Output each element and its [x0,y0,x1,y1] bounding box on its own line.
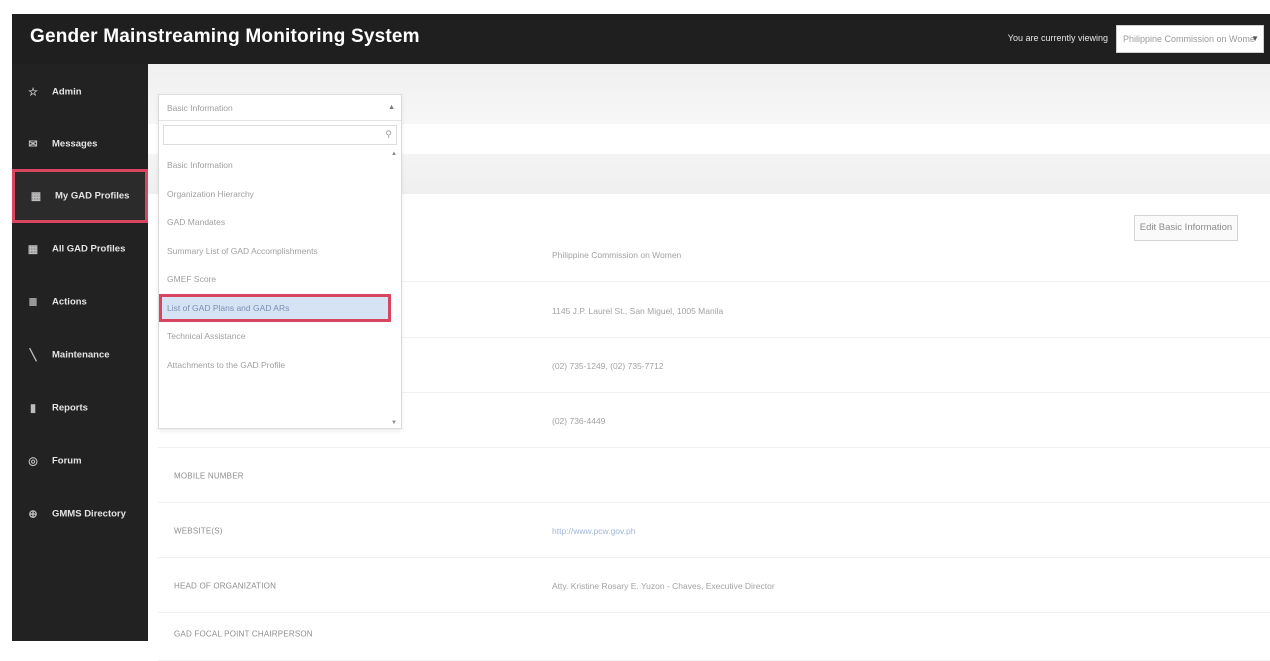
info-row: WEBSITE(S) http://www.pcw.gov.ph [148,504,1270,558]
sidebar-item-label: My GAD Profiles [55,190,130,202]
envelope-icon: ✉ [28,138,38,151]
info-row: MOBILE NUMBER [148,449,1270,503]
sidebar-item-my-gad-profiles[interactable]: ▦ My GAD Profiles [12,169,148,223]
dropdown-option[interactable]: GMEF Score [159,265,391,294]
dropdown-options: Basic Information Organization Hierarchy G… [159,151,391,379]
sidebar-item-reports[interactable]: ▮ Reports [12,381,148,435]
info-row-label: HEAD OF ORGANIZATION [174,581,277,591]
search-icon: ⚲ [385,129,392,139]
scroll-down-icon[interactable]: ▼ [391,420,397,426]
dropdown-selected-label: Basic Information [167,103,233,113]
info-row-value: Atty. Kristine Rosary E. Yuzon - Chaves,… [552,581,775,591]
info-row-value: (02) 735-1249, (02) 735-7712 [552,361,664,371]
sidebar-item-label: Admin [52,86,82,98]
caret-up-icon: ▲ [388,104,395,111]
scroll-up-icon[interactable]: ▲ [391,151,397,157]
sidebar-item-admin[interactable]: ☆ Admin [12,65,148,119]
sidebar-item-label: All GAD Profiles [52,243,126,255]
dropdown-option[interactable]: Basic Information [159,151,391,180]
dropdown-option[interactable]: Organization Hierarchy [159,180,391,209]
dropdown-option[interactable]: GAD Mandates [159,208,391,237]
caret-down-icon: ▼ [1251,34,1259,43]
wrench-icon: ╲ [29,349,37,362]
sidebar-item-label: Maintenance [52,349,110,361]
website-link[interactable]: http://www.pcw.gov.ph [552,526,635,536]
profile-icon: ▦ [30,190,42,203]
sidebar-item-label: Forum [52,455,82,467]
dropdown-option[interactable]: Technical Assistance [159,322,391,351]
forum-icon: ◎ [28,455,38,468]
info-row-value: Philippine Commission on Women [552,250,682,260]
app-title: Gender Mainstreaming Monitoring System [30,26,420,47]
dropdown-scrollbar[interactable]: ▲ ▼ [391,151,399,426]
dropdown-search-input[interactable]: ⚲ [163,125,397,145]
star-icon: ☆ [28,86,38,99]
row-divider [158,447,1270,448]
info-row-value: 1145 J.P. Laurel St., San Miguel, 1005 M… [552,306,724,316]
row-divider [158,502,1270,503]
app-header: Gender Mainstreaming Monitoring System Y… [12,14,1270,64]
dropdown-option[interactable]: Attachments to the GAD Profile [159,351,391,380]
report-icon: ▮ [29,402,37,415]
sidebar-item-actions[interactable]: ≣ Actions [12,275,148,329]
main-content: Edit Basic Information Philippine Commis… [148,64,1270,661]
info-row-value: (02) 736-4449 [552,416,606,426]
agency-select-value: Philippine Commission on Wome [1123,34,1255,44]
viewing-label: You are currently viewing [1007,33,1108,43]
sidebar-item-label: Messages [52,138,98,150]
profiles-icon: ▦ [27,243,39,256]
sidebar-item-gmms-directory[interactable]: ⊕ GMMS Directory [12,487,148,541]
actions-icon: ≣ [28,296,38,309]
agency-select[interactable]: Philippine Commission on Wome ▼ [1116,25,1264,53]
sidebar-item-all-gad-profiles[interactable]: ▦ All GAD Profiles [12,222,148,276]
info-row: HEAD OF ORGANIZATION Atty. Kristine Rosar… [148,559,1270,613]
profile-section-dropdown[interactable]: Basic Information ▲ ⚲ Basic Information O… [158,94,402,429]
dropdown-selected[interactable]: Basic Information ▲ [159,95,401,121]
info-row: GAD FOCAL POINT CHAIRPERSON [148,607,1270,661]
dropdown-option[interactable]: List of GAD Plans and GAD ARs [159,293,391,322]
row-divider [158,557,1270,558]
sidebar: ☆ Admin ✉ Messages ▦ My GAD Profiles ▦ All GAD … [12,64,148,641]
dropdown-option[interactable]: Summary List of GAD Accomplishments [159,237,391,266]
sidebar-item-label: Reports [52,402,88,414]
sidebar-item-forum[interactable]: ◎ Forum [12,434,148,488]
sidebar-item-messages[interactable]: ✉ Messages [12,117,148,171]
sidebar-item-maintenance[interactable]: ╲ Maintenance [12,328,148,382]
info-row-label: MOBILE NUMBER [174,471,244,481]
info-row-label: WEBSITE(S) [174,526,223,536]
info-row-label: GAD FOCAL POINT CHAIRPERSON [174,629,313,639]
sidebar-item-label: GMMS Directory [52,508,126,520]
sidebar-item-label: Actions [52,296,87,308]
directory-icon: ⊕ [28,508,38,521]
